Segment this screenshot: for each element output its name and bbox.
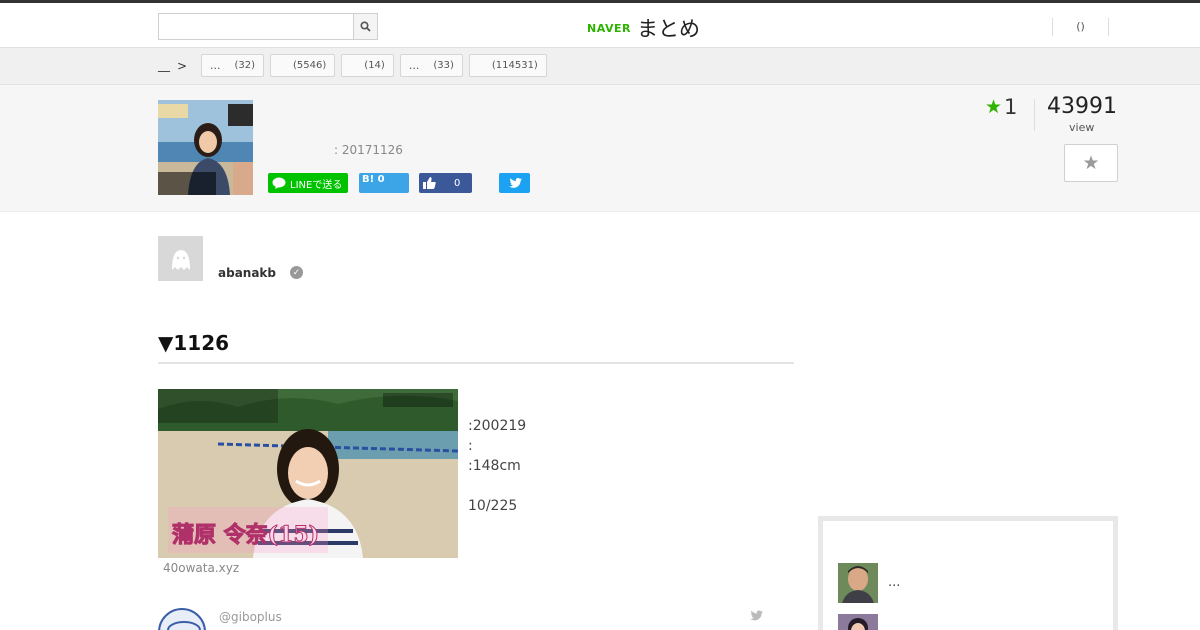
facebook-count: 0 <box>454 177 461 189</box>
logo-naver-text: NAVER <box>587 21 631 35</box>
share-facebook-button[interactable]: 0 <box>419 173 472 193</box>
chevron-right-icon: > <box>177 59 188 73</box>
tag-count: (5546) <box>293 60 327 71</box>
tag-item[interactable]: ... (33) <box>399 54 463 77</box>
share-hatena-button[interactable]: B! 0 <box>359 173 409 193</box>
thumbs-up-icon <box>423 177 436 189</box>
tag-item[interactable]: ... (32) <box>201 54 265 77</box>
profile-details: :200219 : :148cm 10/225 <box>468 416 526 516</box>
view-count-label: view <box>1069 121 1095 134</box>
article-thumbnail[interactable] <box>158 100 253 195</box>
tag-count: (14) <box>364 60 385 71</box>
sidebar-item-thumbnail[interactable] <box>838 614 878 630</box>
article-header: : 20171126 LINEで送る B! 0 0 ★ 1 43991 view… <box>0 85 1200 212</box>
category-home-link[interactable]: __ <box>158 58 170 72</box>
divider <box>158 362 794 364</box>
search-button[interactable] <box>353 14 377 39</box>
image-source-link[interactable]: 40owata.xyz <box>163 561 239 575</box>
section-heading: ▼1126 <box>158 331 230 355</box>
tag-count: (33) <box>433 60 454 71</box>
hatena-icon: B! <box>362 174 375 185</box>
logo-matome-text: まとめ <box>636 17 700 41</box>
search-box <box>158 13 378 40</box>
favorite-button[interactable]: ★ <box>1064 144 1118 182</box>
tag-label: ... <box>210 59 221 72</box>
content-image[interactable]: 蒲原 令奈(15) <box>158 389 458 558</box>
share-twitter-button[interactable] <box>499 173 530 193</box>
tag-count: (32) <box>234 60 256 71</box>
tag-item[interactable]: (14) <box>341 54 394 77</box>
tag-list: ... (32) (5546) (14) ... (33) (114531) <box>201 54 547 77</box>
svg-text:蒲原 令奈(15): 蒲原 令奈(15) <box>172 522 319 548</box>
star-icon: ★ <box>985 96 1003 118</box>
search-input[interactable] <box>159 14 353 39</box>
tweet-avatar[interactable] <box>158 608 206 630</box>
divider <box>1034 99 1035 131</box>
author-name[interactable]: abanakb <box>218 266 276 280</box>
share-line-label: LINEで送る <box>290 179 343 191</box>
sidebar-item-thumbnail[interactable] <box>838 563 878 603</box>
view-count: 43991 <box>1047 94 1117 119</box>
profile-line: :200219 <box>468 418 527 434</box>
favorite-count: ★ 1 <box>985 95 1017 119</box>
tag-count: (114531) <box>491 60 538 71</box>
search-icon <box>360 21 371 32</box>
top-bar: NAVER まとめ () <box>0 0 1200 48</box>
tag-item[interactable]: (114531) <box>468 54 547 77</box>
favorite-count-value: 1 <box>1004 95 1018 119</box>
author-avatar[interactable] <box>158 236 203 281</box>
site-logo[interactable]: NAVER まとめ <box>587 13 700 43</box>
publish-date: : 20171126 <box>334 143 403 157</box>
hatena-count: 0 <box>377 174 385 185</box>
tag-label: ... <box>408 59 420 72</box>
user-menu[interactable]: () <box>1052 18 1109 36</box>
twitter-bird-icon <box>508 177 522 188</box>
profile-line: :148cm <box>468 458 521 474</box>
line-icon <box>272 177 286 189</box>
category-bar: __ > ... (32) (5546) (14) ... (33) (1145… <box>0 48 1200 85</box>
tweet-handle[interactable]: @giboplus <box>219 610 282 624</box>
tag-item[interactable]: (5546) <box>270 54 336 77</box>
twitter-bird-icon[interactable] <box>749 610 763 622</box>
profile-line: 10/225 <box>468 498 518 514</box>
profile-line: : <box>468 438 473 454</box>
default-avatar-icon <box>171 249 190 270</box>
verified-check-icon: ✓ <box>290 266 303 279</box>
star-icon: ★ <box>1082 152 1100 174</box>
share-line-button[interactable]: LINEで送る <box>268 173 348 193</box>
sidebar-item-title[interactable]: ... <box>888 575 900 590</box>
profile-line <box>468 476 526 496</box>
